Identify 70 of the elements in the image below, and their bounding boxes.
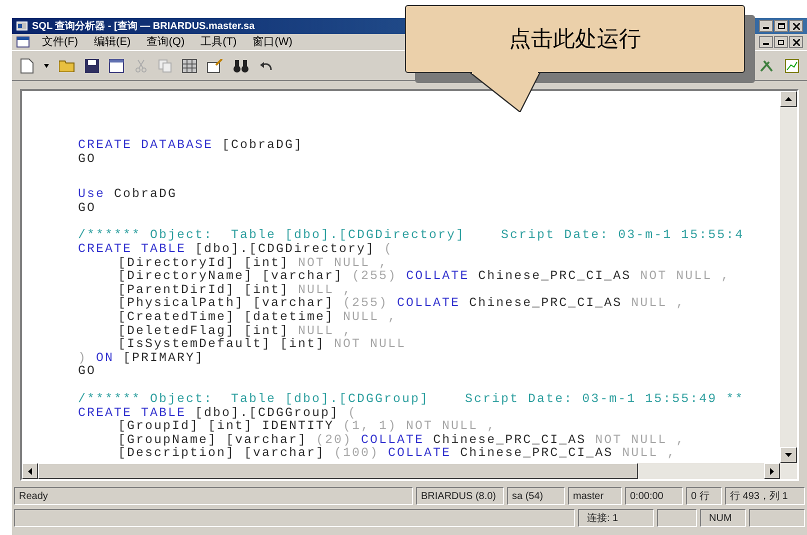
caret-icon[interactable] <box>44 64 49 68</box>
code-line: [GroupName] [varchar] (20) COLLATE Chinese_PRC_CI_AS NOT NULL , <box>117 434 686 447</box>
close-icon <box>792 22 800 30</box>
status-panel <box>749 509 805 527</box>
left-arrow-icon <box>28 468 32 474</box>
status-panel: sa (54) <box>507 487 565 505</box>
callout-pointer <box>470 72 542 112</box>
app-icon <box>16 20 28 32</box>
code-line: [PhysicalPath] [varchar] (255) COLLATE Chinese_PRC_CI_AS NULL , <box>117 297 686 311</box>
window-title: SQL 查询分析器 - [查询 — BRIARDUS.master.sa <box>32 20 255 34</box>
restore-button[interactable] <box>774 36 788 48</box>
close-button[interactable] <box>789 36 803 48</box>
scroll-right-button[interactable] <box>764 463 780 479</box>
code-line: GO <box>78 365 98 379</box>
close-button[interactable] <box>789 20 803 32</box>
new-document-icon[interactable] <box>20 58 34 74</box>
status-panel <box>657 509 697 527</box>
minimize-button[interactable] <box>759 36 773 48</box>
close-icon <box>792 38 800 46</box>
horizontal-scrollbar[interactable] <box>22 463 797 479</box>
code-line: GO <box>78 202 98 216</box>
undo-icon[interactable] <box>259 60 273 72</box>
window-icon[interactable] <box>109 58 124 72</box>
code-line: [GroupId] [int] IDENTITY (1, 1) NOT NULL , <box>117 420 498 434</box>
menu-item[interactable]: 工具(T) <box>200 34 237 50</box>
status-panel: BRIARDUS (8.0) <box>416 487 504 505</box>
code-line: [DirectoryName] [varchar] (255) COLLATE Chinese_PRC_CI_AS NOT NULL , <box>117 270 732 284</box>
table-icon[interactable] <box>182 58 197 72</box>
minimize-button[interactable] <box>759 20 773 32</box>
menu-item[interactable]: 查询(Q) <box>146 34 185 50</box>
code-line: /****** Object: Table [dbo].[CDGDirectory] Script Date: 03-m-1 15:55:4 <box>78 229 746 243</box>
folder-icon[interactable] <box>59 59 75 72</box>
scroll-down-button[interactable] <box>780 447 797 463</box>
status-panel: 行 493，列 1 <box>725 487 805 505</box>
scroll-thumb[interactable] <box>38 463 638 479</box>
code-line: [DeletedFlag] [int] NULL , <box>117 324 354 338</box>
maximize-button[interactable] <box>774 20 788 32</box>
chart-icon[interactable] <box>785 58 799 72</box>
vertical-scrollbar[interactable] <box>780 91 797 463</box>
up-arrow-icon <box>785 97 792 101</box>
code-line: ) ON [PRIMARY] <box>78 352 206 366</box>
code-line: [CreatedTime] [datetime] NULL , <box>117 310 398 325</box>
code-line: /****** Object: Table [dbo].[CDGGroup] Script Date: 03-m-1 15:55:49 ** <box>78 392 746 406</box>
scroll-left-button[interactable] <box>22 463 38 479</box>
code-line: [ParentDirId] [int] NULL , <box>117 284 354 297</box>
status-panel: Ready <box>14 487 413 505</box>
status-panel: master <box>568 487 622 505</box>
code-line: CREATE TABLE [dbo].[CDGGroup] ( <box>78 406 358 420</box>
code-line: GO <box>78 152 98 166</box>
scroll-up-button[interactable] <box>780 91 797 107</box>
code-line: CREATE TABLE [dbo].[CDGDirectory] ( <box>78 242 394 257</box>
status-panel: 0 行 <box>686 487 722 505</box>
binoculars-icon[interactable] <box>233 58 249 72</box>
code-line: [IsSystemDefault] [int] NOT NULL <box>117 338 408 352</box>
code-line: Use CobraDG <box>78 188 178 202</box>
right-arrow-icon <box>770 468 774 474</box>
code-line: CREATE DATABASE [CobraDG] <box>78 139 304 153</box>
code-line: [DirectoryId] [int] NOT NULL , <box>117 256 390 270</box>
code-line: [Description] [varchar] (100) COLLATE Chinese_PRC_CI_AS NULL , <box>117 447 678 461</box>
document-icon <box>16 36 30 48</box>
code-editor[interactable] <box>22 91 780 463</box>
menu-item[interactable]: 文件(F) <box>42 34 78 50</box>
status-panel: NUM <box>700 509 746 527</box>
edit-table-icon[interactable] <box>207 58 223 72</box>
menu-item[interactable]: 编辑(E) <box>94 34 131 50</box>
tools-icon[interactable] <box>759 58 775 72</box>
down-arrow-icon <box>785 453 792 457</box>
menu-item[interactable]: 窗口(W) <box>252 34 292 50</box>
status-panel: 连接: 1 <box>578 509 654 527</box>
status-panel: 0:00:00 <box>625 487 683 505</box>
